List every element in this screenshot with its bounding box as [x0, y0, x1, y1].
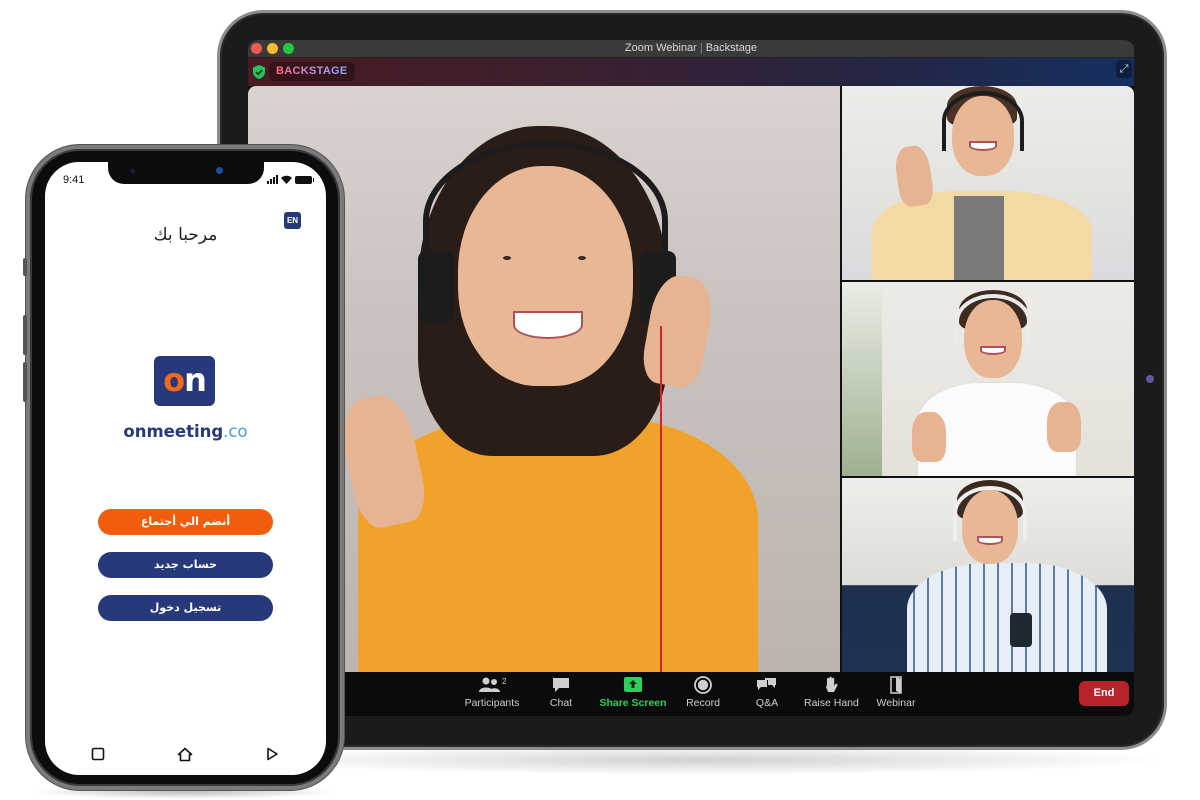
title-separator: |	[699, 42, 703, 54]
status-icons	[267, 174, 314, 184]
record-label: Record	[686, 697, 720, 709]
zoom-webinar-window: Zoom Webinar | Backstage BACKSTAGE ⤢ 2 P…	[248, 40, 1134, 716]
backstage-bar: BACKSTAGE ⤢	[248, 58, 1134, 86]
shield-check-icon[interactable]	[251, 64, 267, 80]
raise-hand-icon	[826, 676, 838, 692]
brand-name: onmeeting	[123, 422, 224, 441]
video-grid	[248, 86, 1134, 672]
window-title-app: Zoom Webinar	[624, 42, 697, 54]
participant-tile-1[interactable]	[842, 86, 1134, 280]
phone-screen: 9:41 EN مرحبا بك on onmeeting.co أنضم ال…	[45, 162, 326, 775]
raise-hand-label: Raise Hand	[804, 697, 859, 709]
window-titlebar: Zoom Webinar | Backstage	[248, 40, 1134, 58]
qa-icon	[757, 678, 776, 690]
backstage-badge: BACKSTAGE	[269, 62, 355, 81]
record-button[interactable]: Record	[684, 676, 722, 709]
participant-figure	[907, 563, 1107, 672]
share-screen-icon	[624, 677, 642, 692]
expand-arrows-icon[interactable]: ⤢	[1116, 60, 1132, 78]
wifi-icon	[281, 175, 292, 184]
tablet-bezel-strip	[248, 716, 1134, 744]
proximity-sensor	[130, 169, 135, 174]
onmeeting-logo: on	[154, 356, 215, 406]
logo-letter-n: n	[184, 361, 207, 399]
recent-apps-icon[interactable]	[91, 747, 105, 761]
welcome-heading: مرحبا بك	[153, 225, 218, 245]
back-icon[interactable]	[265, 747, 279, 761]
backstage-label: BACKSTAGE	[276, 65, 348, 77]
status-time: 9:41	[63, 174, 85, 186]
participant-tile-2[interactable]	[842, 282, 1134, 476]
share-screen-button[interactable]: Share Screen	[598, 676, 668, 709]
battery-icon	[295, 176, 314, 184]
tablet-camera	[1146, 375, 1154, 383]
login-button[interactable]: تسجيل دخول	[98, 595, 273, 621]
phone-volume-down	[23, 362, 27, 402]
chat-label: Chat	[549, 697, 573, 709]
signal-icon	[267, 175, 278, 184]
webinar-button[interactable]: Webinar	[874, 676, 918, 709]
android-nav-bar	[45, 745, 326, 765]
participants-icon: 2	[479, 677, 507, 692]
phone-notch	[108, 162, 264, 184]
phone-mute-switch	[23, 258, 27, 276]
webinar-label: Webinar	[876, 697, 916, 709]
brand-tld: .co	[223, 422, 248, 441]
chat-icon	[553, 678, 569, 692]
end-button[interactable]: End	[1079, 681, 1129, 706]
participants-button[interactable]: 2 Participants	[461, 676, 523, 709]
chat-button[interactable]: Chat	[544, 676, 578, 709]
join-meeting-button[interactable]: أنضم الي أجتماع	[98, 509, 273, 535]
participant-tile-3[interactable]	[842, 478, 1134, 672]
webinar-door-icon	[890, 676, 902, 694]
new-account-button[interactable]: حساب جديد	[98, 552, 273, 578]
marketing-composite: Zoom Webinar | Backstage BACKSTAGE ⤢ 2 P…	[0, 0, 1200, 800]
participants-label: Participants	[464, 697, 520, 709]
share-screen-label: Share Screen	[599, 697, 667, 709]
brand-wordmark: onmeeting.co	[45, 422, 326, 441]
home-icon[interactable]	[177, 747, 193, 762]
qa-button[interactable]: Q&A	[753, 676, 781, 709]
participants-count: 2	[502, 677, 507, 686]
logo-letter-o: o	[163, 361, 185, 399]
phone-volume-up	[23, 315, 27, 355]
front-camera	[216, 167, 223, 174]
meeting-toolbar: rt Video ⌃ 2 Participants Chat	[248, 672, 1134, 716]
window-title-mode: Backstage	[705, 42, 758, 54]
raise-hand-button[interactable]: Raise Hand	[804, 676, 859, 709]
qa-label: Q&A	[755, 697, 779, 709]
window-title: Zoom Webinar | Backstage	[248, 42, 1134, 54]
record-icon	[694, 676, 712, 694]
